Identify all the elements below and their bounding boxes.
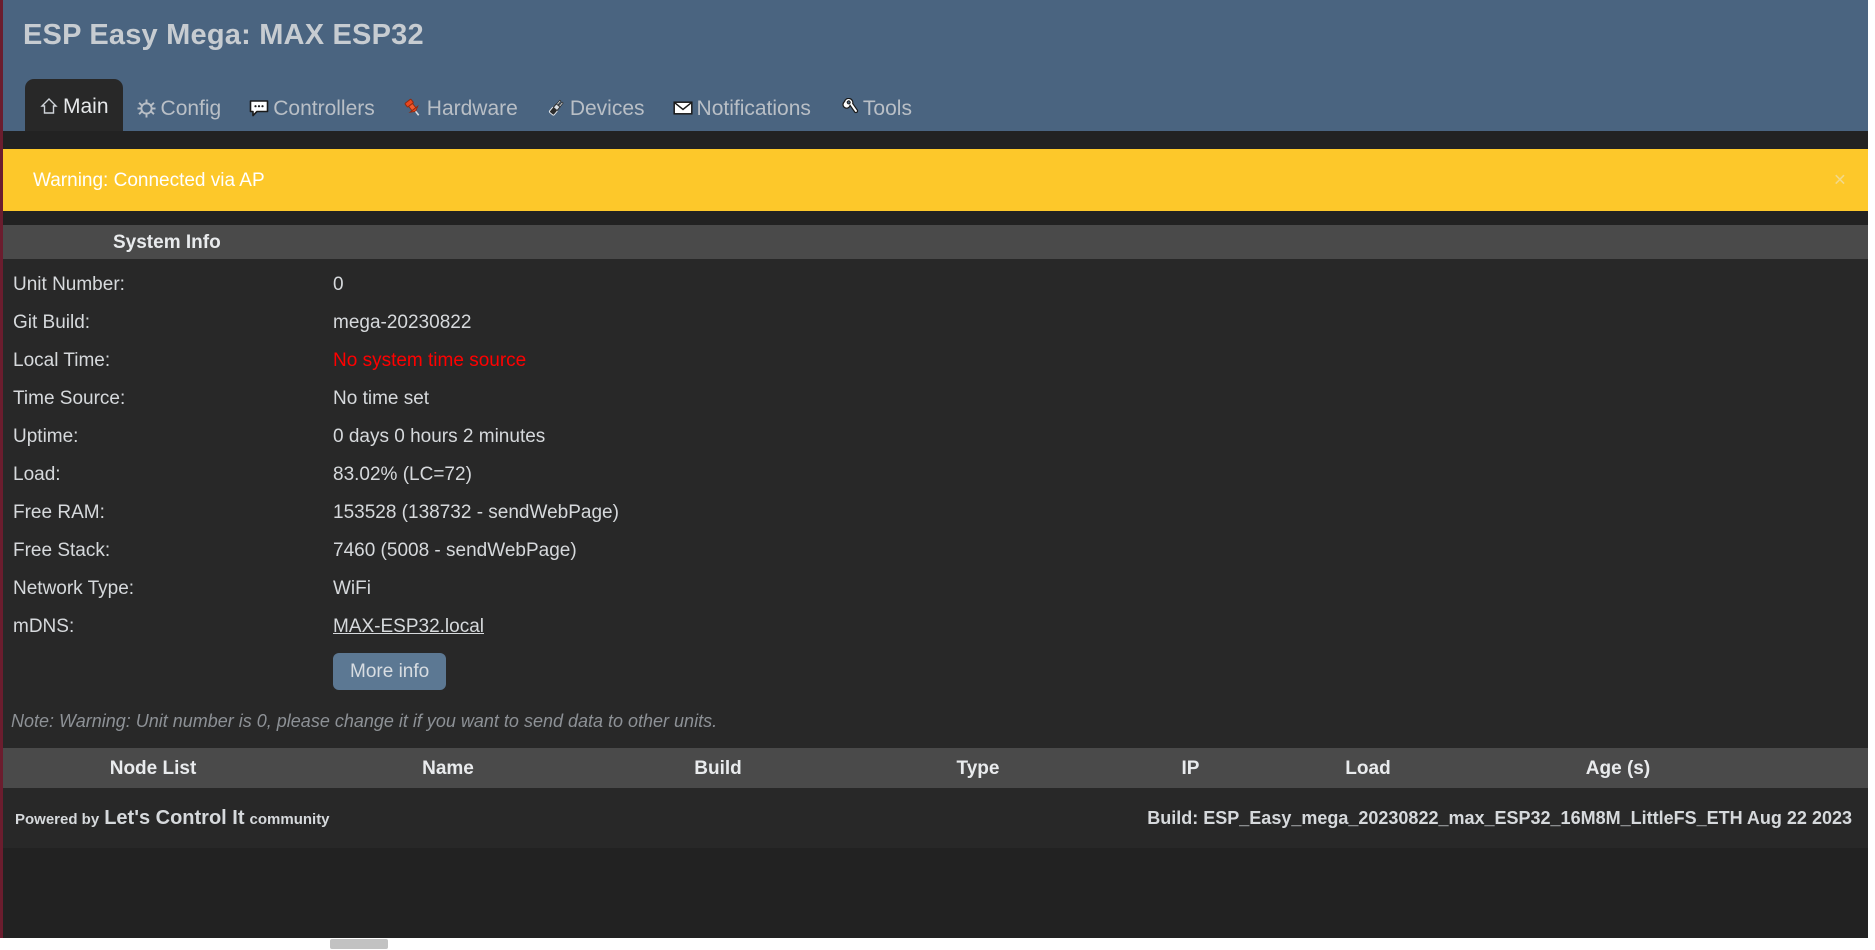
tab-label: Notifications [696, 96, 811, 120]
table-row: Free RAM: 153528 (138732 - sendWebPage) [3, 493, 1868, 531]
footer-brand-suffix: community [249, 811, 330, 828]
unit-number-note: Note: Warning: Unit number is 0, please … [3, 693, 1868, 746]
horizontal-scrollbar[interactable] [0, 938, 1875, 950]
warning-banner: Warning: Connected via AP × [3, 149, 1868, 211]
page-title: ESP Easy Mega: MAX ESP32 [23, 19, 424, 51]
row-label: Free Stack: [13, 539, 111, 561]
row-value: MAX-ESP32.local [333, 617, 484, 636]
browser-page: ESP Easy Mega: MAX ESP32 Main Config Con… [0, 0, 1875, 950]
footer-build-string: Build: ESP_Easy_mega_20230822_max_ESP32_… [1147, 808, 1852, 828]
tab-config[interactable]: Config [123, 87, 236, 131]
column-header-ip: IP [1181, 757, 1200, 779]
scrollbar-thumb[interactable] [330, 939, 388, 949]
column-header-node-list: Node List [109, 757, 197, 779]
table-row: Unit Number: 0 [3, 265, 1868, 303]
page-viewport: ESP Easy Mega: MAX ESP32 Main Config Con… [0, 0, 1868, 938]
page-bottom-fill [3, 848, 1868, 908]
row-label: Local Time: [13, 349, 111, 371]
plug-icon [545, 97, 567, 119]
row-label: Unit Number: [13, 273, 125, 295]
warning-message: Warning: Connected via AP [33, 169, 265, 191]
table-row: Time Source: No time set [3, 379, 1868, 417]
tab-label: Devices [569, 96, 645, 120]
close-icon[interactable]: × [1834, 170, 1846, 191]
chat-icon [248, 97, 270, 119]
tab-label: Controllers [273, 96, 375, 120]
row-value: No time set [333, 387, 430, 409]
row-value: 7460 (5008 - sendWebPage) [333, 539, 577, 561]
system-info-header: System Info [3, 225, 1868, 259]
system-info-heading: System Info [113, 231, 221, 253]
row-value: WiFi [333, 577, 371, 599]
more-info-row: More info [3, 645, 1868, 693]
pushpin-icon [402, 97, 424, 119]
column-header-build: Build [694, 757, 742, 779]
envelope-icon [672, 97, 694, 119]
home-icon [38, 95, 60, 117]
row-value: 153528 (138732 - sendWebPage) [333, 501, 619, 523]
row-value: 0 [333, 273, 344, 295]
column-header-name: Name [422, 757, 474, 779]
row-value-alert: No system time source [333, 349, 527, 371]
main-navigation-tabs: Main Config Controllers Hardware Devices… [3, 79, 1868, 131]
more-info-button[interactable]: More info [333, 652, 447, 690]
table-row: Network Type: WiFi [3, 569, 1868, 607]
page-footer: Powered by Let's Control It community Bu… [3, 788, 1868, 848]
column-header-type: Type [956, 757, 1000, 779]
row-label: Uptime: [13, 425, 79, 447]
warning-table-gap [3, 211, 1868, 225]
row-value: 83.02% (LC=72) [333, 463, 472, 485]
row-label: Network Type: [13, 577, 135, 599]
tab-label: Config [160, 96, 222, 120]
column-header-age: Age (s) [1585, 757, 1651, 779]
table-row: Git Build: mega-20230822 [3, 303, 1868, 341]
table-row: Local Time: No system time source [3, 341, 1868, 379]
mdns-link[interactable]: MAX-ESP32.local [333, 616, 484, 637]
column-header-load: Load [1345, 757, 1391, 779]
tab-tools[interactable]: Tools [825, 87, 926, 131]
table-row: Load: 83.02% (LC=72) [3, 455, 1868, 493]
table-row: Free Stack: 7460 (5008 - sendWebPage) [3, 531, 1868, 569]
tab-main[interactable]: Main [25, 79, 123, 131]
gear-icon [136, 97, 158, 119]
row-label: Git Build: [13, 311, 91, 333]
footer-powered-by: Powered by [15, 811, 100, 828]
tab-controllers[interactable]: Controllers [235, 87, 389, 131]
page-header: ESP Easy Mega: MAX ESP32 Main Config Con… [3, 0, 1868, 131]
system-info-table: Unit Number: 0 Git Build: mega-20230822 … [3, 259, 1868, 748]
tab-label: Tools [862, 96, 912, 120]
tab-devices[interactable]: Devices [532, 87, 659, 131]
table-row: mDNS: MAX-ESP32.local [3, 607, 1868, 645]
wrench-icon [838, 97, 860, 119]
tab-label: Main [63, 94, 109, 118]
tab-hardware[interactable]: Hardware [389, 87, 532, 131]
tab-label: Hardware [426, 96, 518, 120]
row-value: mega-20230822 [333, 311, 472, 333]
row-label: Load: [13, 463, 61, 485]
header-warning-gap [3, 131, 1868, 149]
node-list-header: Node List Name Build Type IP Load Age (s… [3, 748, 1868, 788]
table-row: Uptime: 0 days 0 hours 2 minutes [3, 417, 1868, 455]
row-label: Free RAM: [13, 501, 105, 523]
row-label: mDNS: [13, 615, 75, 637]
row-label: Time Source: [13, 387, 126, 409]
footer-brand: Let's Control It [104, 807, 245, 829]
row-value: 0 days 0 hours 2 minutes [333, 425, 546, 447]
footer-credit: Powered by Let's Control It community [15, 808, 330, 828]
tab-notifications[interactable]: Notifications [659, 87, 825, 131]
